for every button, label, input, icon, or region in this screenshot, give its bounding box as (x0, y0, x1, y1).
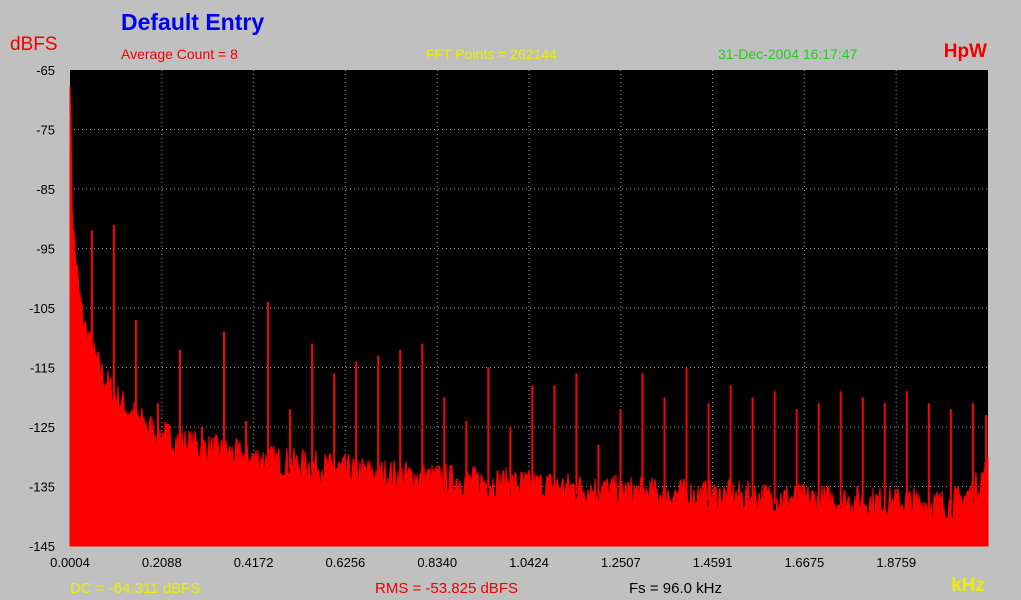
y-tick-label: -65 (36, 63, 55, 78)
y-tick-label: -145 (29, 539, 55, 554)
dc-readout: DC = -64.311 dBFS (70, 580, 201, 597)
y-tick-label: -85 (36, 182, 55, 197)
x-tick-label: 0.2088 (142, 555, 182, 570)
x-tick-label: 0.0004 (50, 555, 90, 570)
rms-readout: RMS = -53.825 dBFS (375, 580, 518, 597)
y-tick-label: -75 (36, 123, 55, 138)
y-tick-label: -95 (36, 242, 55, 257)
x-tick-label: 1.2507 (601, 555, 641, 570)
x-tick-label: 0.8340 (417, 555, 457, 570)
y-tick-label: -115 (30, 361, 55, 376)
x-tick-label: 1.4591 (693, 555, 733, 570)
x-tick-label: 0.6256 (326, 555, 366, 570)
x-tick-label: 0.4172 (234, 555, 274, 570)
x-tick-label: 1.6675 (785, 555, 825, 570)
sample-rate-readout: Fs = 96.0 kHz (629, 580, 722, 597)
x-tick-label: 1.8759 (876, 555, 916, 570)
y-tick-label: -105 (29, 301, 55, 316)
y-tick-label: -135 (29, 480, 55, 495)
y-tick-label: -125 (29, 420, 55, 435)
x-axis-unit-label: kHz (951, 575, 985, 596)
spectrum-plot: -65 -75 -85 -95 -105 -115 -125 -135 -1450.0004 0.… (29, 63, 989, 570)
x-tick-label: 1.0424 (509, 555, 549, 570)
